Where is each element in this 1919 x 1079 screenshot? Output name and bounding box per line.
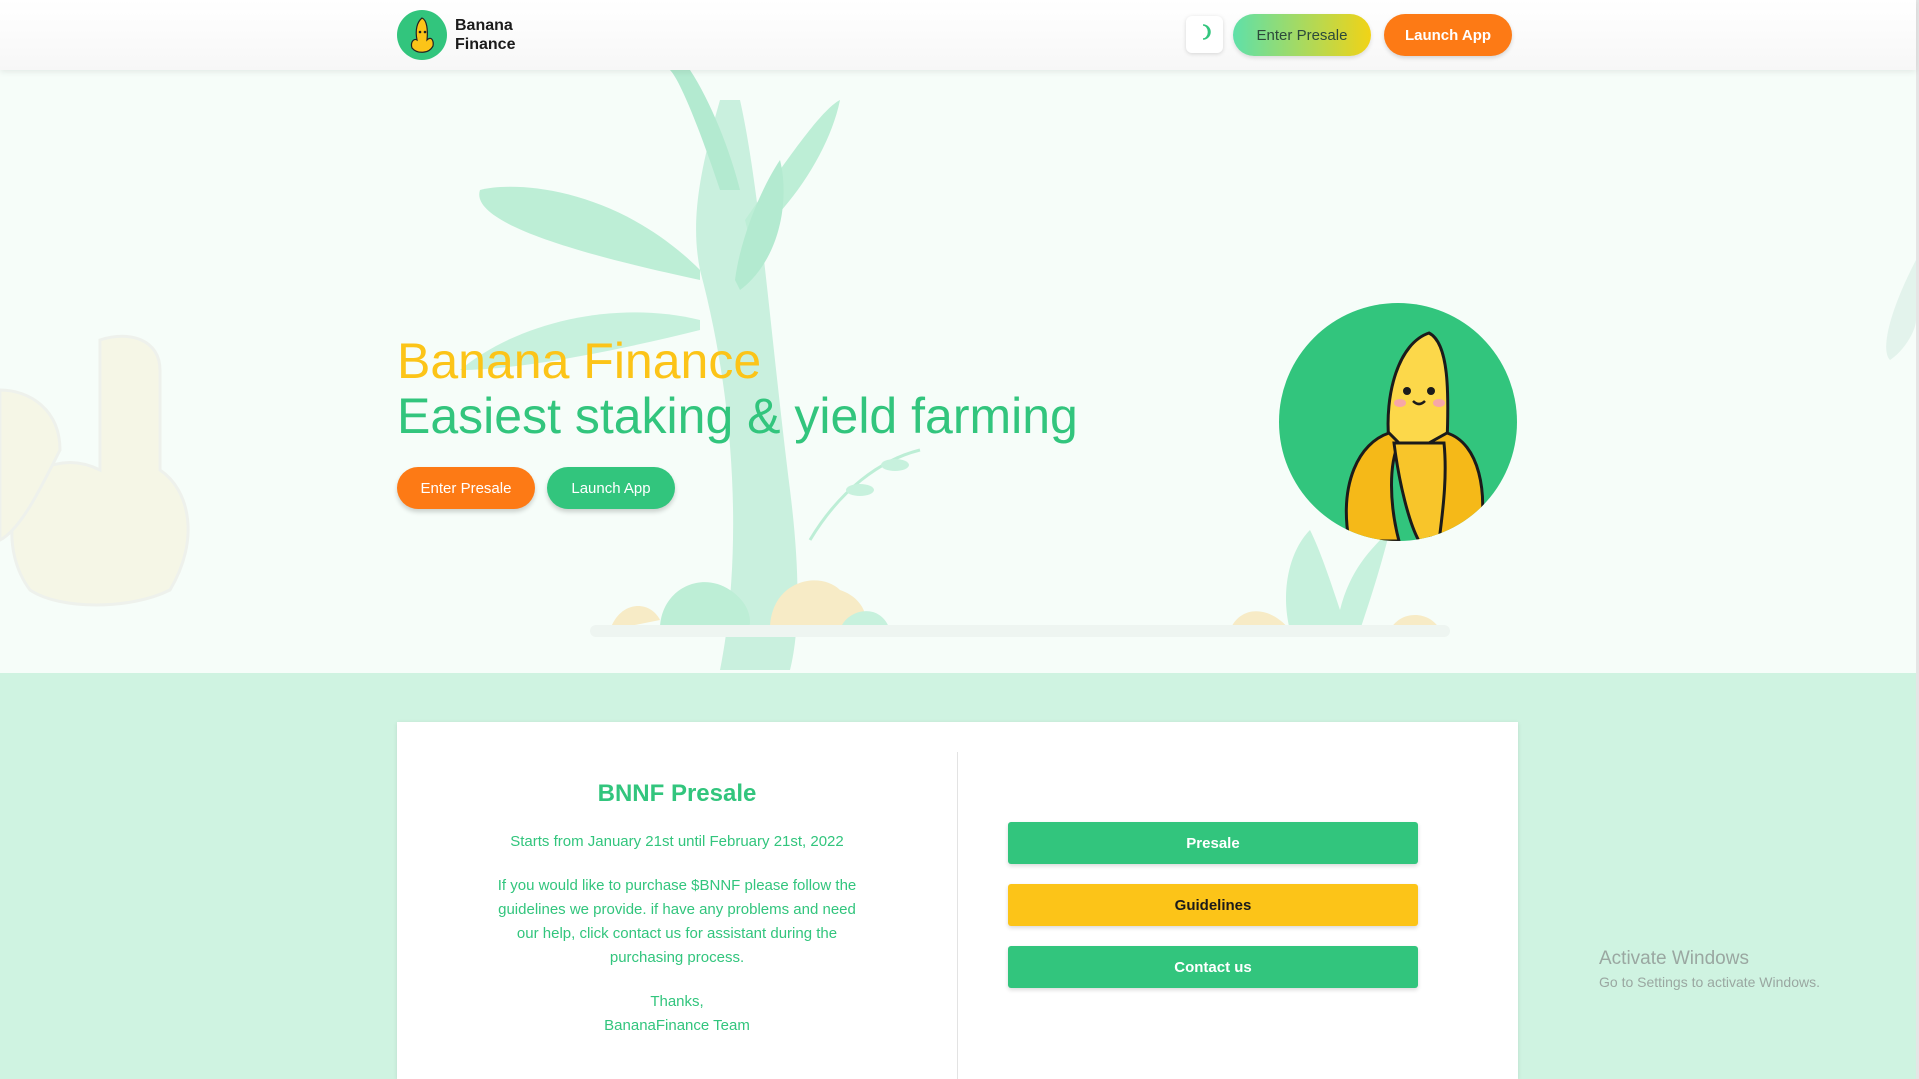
hero-launch-app-button[interactable]: Launch App	[547, 467, 675, 509]
hero-title-brand: Banana Finance	[397, 333, 762, 389]
theme-toggle-button[interactable]	[1186, 16, 1223, 53]
top-navbar: Banana Finance Enter Presale Launch App	[0, 0, 1916, 70]
logo-text-line2: Finance	[455, 36, 516, 53]
watermark-subtitle: Go to Settings to activate Windows.	[1599, 974, 1820, 990]
presale-thanks: Thanks,	[650, 993, 704, 1010]
presale-description: If you would like to purchase $BNNF plea…	[497, 877, 857, 966]
activate-windows-watermark: Activate Windows Go to Settings to activ…	[1599, 948, 1820, 990]
guidelines-button[interactable]: Guidelines	[1008, 884, 1418, 926]
watermark-title: Activate Windows	[1599, 948, 1749, 969]
banana-mascot-image	[1279, 303, 1517, 541]
contact-us-button[interactable]: Contact us	[1008, 946, 1418, 988]
card-divider	[957, 752, 958, 1079]
hero-enter-presale-button[interactable]: Enter Presale	[397, 467, 535, 509]
presale-title: BNNF Presale	[597, 780, 757, 807]
presale-button[interactable]: Presale	[1008, 822, 1418, 864]
moon-icon	[1196, 23, 1214, 46]
logo-text-line1: Banana	[455, 17, 513, 34]
presale-dates: Starts from January 21st until February …	[510, 833, 844, 850]
banana-logo-icon	[397, 10, 447, 60]
presale-info: BNNF Presale Starts from January 21st un…	[487, 780, 867, 1038]
hero-section: Banana Finance Easiest staking & yield f…	[0, 70, 1916, 673]
brand-logo[interactable]: Banana Finance	[397, 10, 515, 60]
header-enter-presale-button[interactable]: Enter Presale	[1233, 14, 1371, 56]
banana-tree-illustration	[0, 70, 1916, 670]
presale-signature: BananaFinance Team	[604, 1017, 750, 1034]
hero-title-tagline: Easiest staking & yield farming	[397, 388, 1078, 444]
header-launch-app-button[interactable]: Launch App	[1384, 14, 1512, 56]
presale-card: BNNF Presale Starts from January 21st un…	[397, 722, 1518, 1079]
